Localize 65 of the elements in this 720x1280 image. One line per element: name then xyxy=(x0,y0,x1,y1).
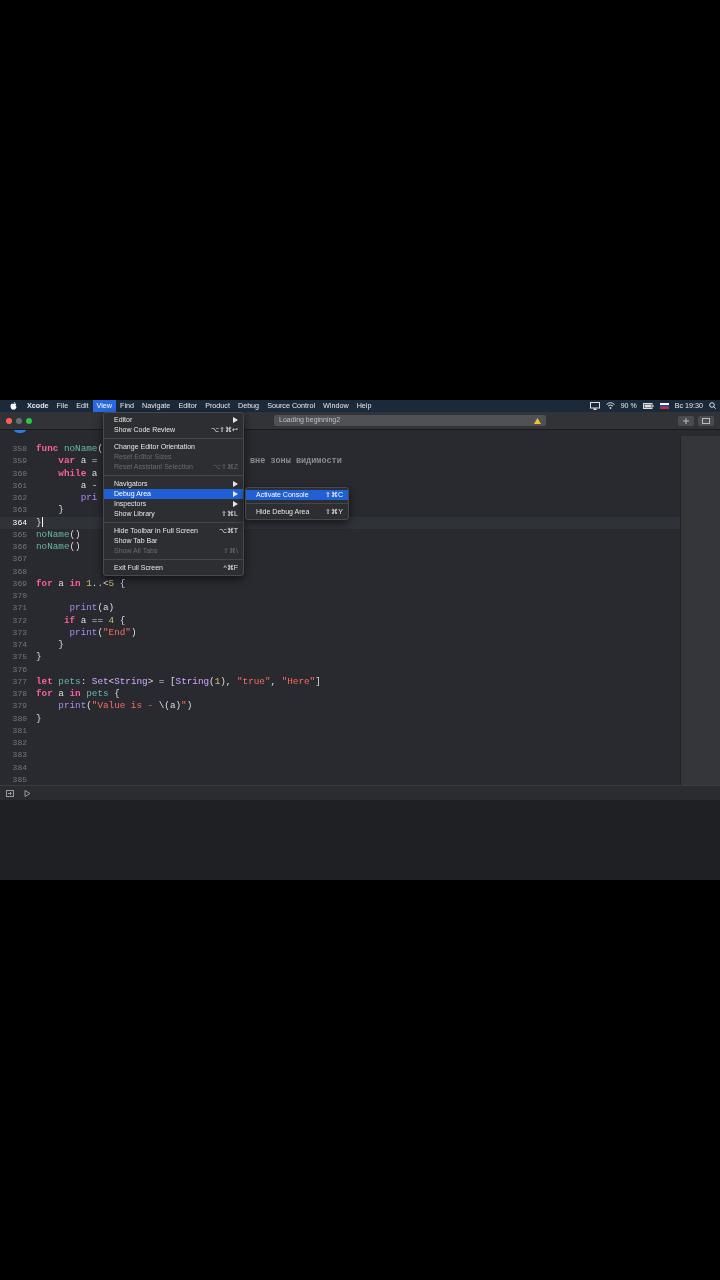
flag-icon[interactable] xyxy=(659,403,669,409)
code-line: } xyxy=(36,712,42,725)
play-icon[interactable] xyxy=(24,789,31,797)
search-icon[interactable] xyxy=(709,402,716,410)
line-number: 364 xyxy=(11,516,28,529)
line-number: 379 xyxy=(11,700,28,713)
code-line: for a in pets { xyxy=(36,688,120,701)
submenu-arrow-icon xyxy=(233,417,238,423)
code-line: let pets: Set<String> = [String(1), "true", "Here"] xyxy=(36,675,321,688)
line-number: 383 xyxy=(11,749,28,762)
line-number: 358 xyxy=(11,443,28,455)
plus-icon xyxy=(683,417,689,424)
code-line: for a in 1..<5 { xyxy=(36,577,126,590)
code-line: print("Value is - \(a)") xyxy=(57,700,193,713)
line-number: 359 xyxy=(11,455,28,468)
code-line: func noName( xyxy=(36,443,103,456)
display-icon[interactable] xyxy=(589,402,600,410)
code-line: pri xyxy=(79,492,98,505)
code-line: print(a) xyxy=(68,602,115,615)
line-number: 373 xyxy=(11,626,28,639)
line-number: 367 xyxy=(11,553,28,566)
minimize-button[interactable] xyxy=(16,417,22,424)
hide-panel-icon[interactable] xyxy=(6,789,14,797)
code-comment: вне зоны видимости xyxy=(250,455,342,468)
line-number: 377 xyxy=(11,675,28,688)
line-number: 372 xyxy=(11,614,28,627)
line-number: 370 xyxy=(11,590,28,602)
line-number: 384 xyxy=(11,761,28,774)
line-number: 381 xyxy=(11,724,28,737)
panel-icon xyxy=(702,417,710,424)
line-number: 360 xyxy=(11,467,28,480)
line-number: 376 xyxy=(11,663,28,676)
warning-icon[interactable] xyxy=(534,417,541,424)
line-number: 375 xyxy=(11,651,28,664)
line-number: 382 xyxy=(11,737,28,749)
code-line: if a == 4 { xyxy=(62,614,126,627)
line-number: 361 xyxy=(11,479,28,492)
line-number: 378 xyxy=(11,688,28,700)
line-number: 365 xyxy=(11,528,28,541)
battery-icon[interactable] xyxy=(642,403,654,409)
layout-button[interactable] xyxy=(698,415,714,426)
line-number: 380 xyxy=(11,712,28,725)
code-line: } xyxy=(36,516,43,529)
code-line: a - xyxy=(79,479,98,492)
apple-logo-icon[interactable] xyxy=(10,402,17,410)
line-number: 368 xyxy=(11,565,28,578)
line-number: 374 xyxy=(11,639,28,651)
line-number: 371 xyxy=(11,602,28,615)
code-line: var a = xyxy=(57,455,98,468)
code-line: noName() xyxy=(36,528,81,541)
code-line: } xyxy=(36,651,42,664)
line-number: 363 xyxy=(11,504,28,517)
line-number: 366 xyxy=(11,541,28,553)
line-number: 369 xyxy=(11,577,28,590)
wifi-icon[interactable] xyxy=(605,402,615,410)
zoom-button[interactable] xyxy=(26,417,32,424)
line-number: 362 xyxy=(11,492,28,504)
close-button[interactable] xyxy=(6,417,12,424)
line-number: 385 xyxy=(11,773,28,785)
code-line: print("End") xyxy=(68,626,137,639)
code-line: noName() xyxy=(36,541,81,554)
code-line: } xyxy=(57,639,64,652)
code-line: while a xyxy=(57,467,98,480)
add-button[interactable] xyxy=(678,415,694,426)
code-line: } xyxy=(57,504,64,517)
